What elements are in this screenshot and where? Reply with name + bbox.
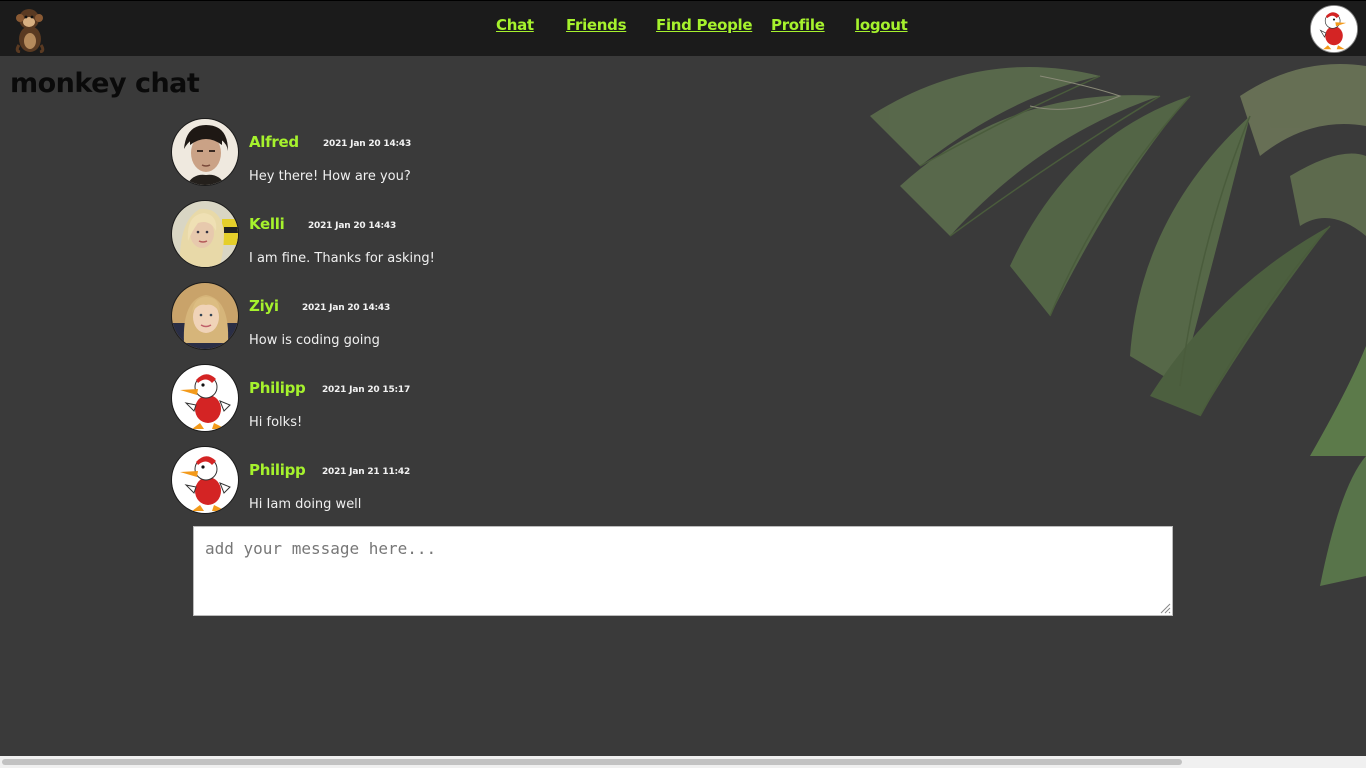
kelli-avatar[interactable] [171, 200, 239, 268]
alfred-avatar[interactable] [171, 118, 239, 186]
message-timestamp: 2021 Jan 20 14:43 [308, 221, 397, 231]
nav-find-people-link[interactable]: Find People [656, 16, 753, 34]
duck-avatar-icon [172, 447, 238, 513]
horizontal-scrollbar[interactable] [0, 756, 1366, 768]
resize-handle-icon[interactable] [1158, 601, 1171, 614]
top-navbar: Chat Friends Find People Profile logout [0, 0, 1366, 56]
message-item: Philipp 2021 Jan 20 15:17 Hi folks! [171, 364, 871, 446]
message-author[interactable]: Ziyi [249, 297, 279, 315]
message-item: Kelli 2021 Jan 20 14:43 I am fine. Thank… [171, 200, 871, 282]
message-text: Hi Iam doing well [249, 497, 362, 512]
scrollbar-thumb[interactable] [2, 759, 1182, 765]
message-author[interactable]: Philipp [249, 379, 306, 397]
page-title: monkey chat [10, 68, 200, 99]
message-timestamp: 2021 Jan 20 14:43 [302, 303, 391, 313]
message-text: Hey there! How are you? [249, 169, 411, 184]
message-timestamp: 2021 Jan 20 14:43 [323, 139, 412, 149]
message-text: I am fine. Thanks for asking! [249, 251, 435, 266]
current-user-avatar[interactable] [1310, 5, 1358, 53]
nav-chat-link[interactable]: Chat [496, 16, 534, 34]
message-item: Alfred 2021 Jan 20 14:43 Hey there! How … [171, 118, 871, 200]
message-author[interactable]: Alfred [249, 133, 299, 151]
message-text: Hi folks! [249, 415, 303, 430]
message-item: Philipp 2021 Jan 21 11:42 Hi Iam doing w… [171, 446, 871, 528]
message-text: How is coding going [249, 333, 380, 348]
person-avatar-icon [172, 283, 238, 349]
duck-avatar-icon [172, 365, 238, 431]
nav-profile-link[interactable]: Profile [771, 16, 825, 34]
message-timestamp: 2021 Jan 20 15:17 [322, 385, 411, 395]
message-list: Alfred 2021 Jan 20 14:43 Hey there! How … [171, 118, 871, 528]
nav-friends-link[interactable]: Friends [566, 16, 627, 34]
ziyi-avatar[interactable] [171, 282, 239, 350]
nav-logout-link[interactable]: logout [855, 16, 908, 34]
duck-avatar[interactable] [171, 446, 239, 514]
person-avatar-icon [172, 119, 238, 185]
message-author[interactable]: Philipp [249, 461, 306, 479]
person-avatar-icon [172, 201, 238, 267]
main-nav: Chat Friends Find People Profile logout [0, 1, 1366, 51]
message-input[interactable] [193, 526, 1173, 616]
duck-avatar[interactable] [171, 364, 239, 432]
message-timestamp: 2021 Jan 21 11:42 [322, 467, 411, 477]
message-item: Ziyi 2021 Jan 20 14:43 How is coding goi… [171, 282, 871, 364]
duck-avatar-icon [1311, 6, 1357, 52]
message-author[interactable]: Kelli [249, 215, 285, 233]
